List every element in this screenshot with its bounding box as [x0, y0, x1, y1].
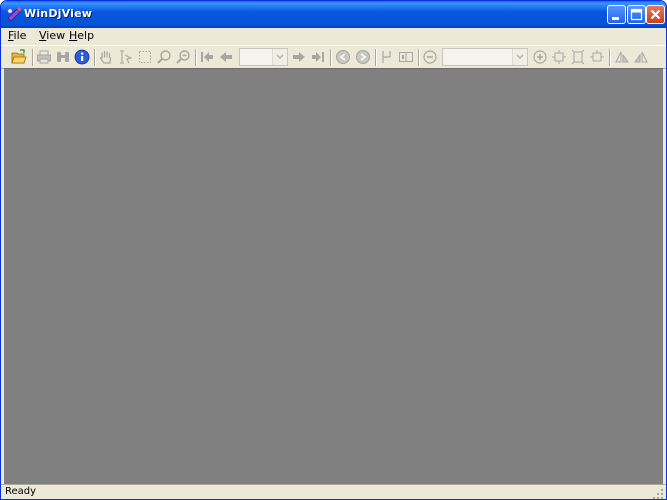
minimize-button[interactable]: [607, 5, 626, 24]
prev-page-icon[interactable]: [218, 49, 234, 65]
menu-help[interactable]: Help: [69, 29, 94, 42]
zoom-combo[interactable]: [442, 48, 528, 66]
toolbar-separator: [32, 49, 34, 66]
toolbar-separator: [330, 49, 332, 66]
hand-pan-icon[interactable]: [98, 49, 114, 65]
toolbar-separator: [609, 49, 611, 66]
rotate-right-icon[interactable]: [633, 49, 649, 65]
menu-file[interactable]: File: [8, 29, 26, 42]
rect-select-icon[interactable]: [137, 49, 153, 65]
windjview-app-icon: [7, 7, 21, 22]
last-page-icon[interactable]: [310, 49, 326, 65]
rotate-left-icon[interactable]: [614, 49, 630, 65]
fit-page-icon[interactable]: [551, 49, 567, 65]
text-select-icon[interactable]: [118, 49, 134, 65]
minimize-icon: [612, 17, 619, 20]
app-window: WinDjView File View Help Ready: [0, 0, 667, 500]
next-page-icon[interactable]: [291, 49, 307, 65]
back-icon[interactable]: [335, 49, 351, 65]
print-icon[interactable]: [36, 49, 52, 65]
toolbar-separator: [418, 49, 420, 66]
status-text: Ready: [5, 486, 37, 497]
toolbar-separator: [195, 49, 197, 66]
two-pages-icon[interactable]: [398, 49, 414, 65]
page-number-combo[interactable]: [239, 48, 288, 66]
document-viewport[interactable]: [4, 68, 663, 485]
zoom-dropdown-button[interactable]: [512, 49, 527, 65]
page-layout-icon[interactable]: [379, 49, 395, 65]
maximize-icon: [630, 8, 643, 21]
resize-grip-icon[interactable]: [652, 488, 664, 500]
open-folder-icon[interactable]: [11, 49, 27, 65]
fit-width-icon[interactable]: [570, 49, 586, 65]
maximize-button[interactable]: [627, 5, 646, 24]
toolbar-separator: [375, 49, 377, 66]
menu-view[interactable]: View: [39, 29, 65, 42]
zoom-in-magnifier-icon[interactable]: [156, 49, 172, 65]
zoom-out-icon[interactable]: [422, 49, 438, 65]
actual-size-icon[interactable]: [589, 49, 605, 65]
status-bar: Ready: [1, 484, 666, 500]
zoom-in-icon[interactable]: [532, 49, 548, 65]
forward-icon[interactable]: [355, 49, 371, 65]
window-title: WinDjView: [24, 7, 93, 20]
first-page-icon[interactable]: [199, 49, 215, 65]
close-button[interactable]: [646, 5, 665, 24]
toolbar-separator: [94, 49, 96, 66]
close-icon: [650, 9, 661, 20]
chevron-down-icon: [516, 54, 524, 59]
page-number-dropdown-button[interactable]: [272, 49, 287, 65]
info-icon[interactable]: [74, 49, 90, 65]
chevron-down-icon: [276, 54, 284, 59]
toolbar: [1, 45, 666, 69]
zoom-out-magnifier-icon[interactable]: [175, 49, 191, 65]
menu-bar: File View Help: [1, 28, 666, 45]
title-bar[interactable]: WinDjView: [1, 1, 666, 28]
find-binoculars-icon[interactable]: [55, 49, 71, 65]
